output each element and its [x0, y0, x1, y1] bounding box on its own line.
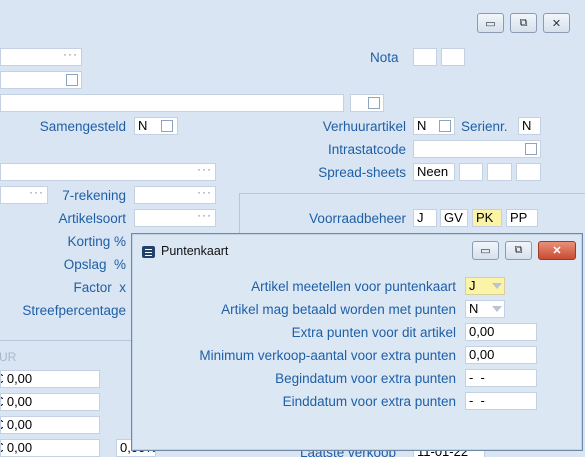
- panel-border: [239, 193, 585, 194]
- amount-field-3[interactable]: € 0,00: [0, 416, 100, 434]
- main-restore-button[interactable]: ⧉: [510, 13, 537, 33]
- puntenkaart-dialog: Puntenkaart ▭ ⧉ ✕ Artikel meetellen voor…: [131, 233, 583, 451]
- spreadsheets-field[interactable]: Neen: [413, 163, 455, 181]
- amount-field-1[interactable]: € 0,00: [0, 370, 100, 388]
- section-divider: [0, 340, 131, 341]
- nota-label: Nota: [370, 50, 399, 65]
- minimize-icon: ▭: [485, 17, 496, 30]
- amount-field-2[interactable]: € 0,00: [0, 393, 100, 411]
- factor-label: Factor x: [73, 280, 126, 295]
- serienr-field[interactable]: N: [518, 117, 541, 135]
- dialog-row-label: Extra punten voor dit artikel: [291, 325, 456, 340]
- dropdown-arrow-icon: [492, 306, 502, 312]
- dialog-close-button[interactable]: ✕: [538, 241, 576, 260]
- intrastatcode-field[interactable]: [413, 140, 541, 158]
- amount-field-4[interactable]: € 0,00: [0, 439, 100, 457]
- spreadsheets-extra-3[interactable]: [516, 163, 541, 181]
- dialog-row-label: Artikel meetellen voor puntenkaart: [251, 279, 456, 294]
- spreadsheets-label: Spread-sheets: [318, 165, 406, 180]
- dialog-title: Puntenkaart: [161, 244, 229, 258]
- extra-punten-input[interactable]: 0,00: [465, 323, 537, 341]
- checkbox[interactable]: [66, 74, 78, 86]
- serienr-label: Serienr.: [461, 119, 508, 134]
- einddatum-input[interactable]: - -: [465, 392, 537, 410]
- minimum-verkoop-input[interactable]: 0,00: [465, 346, 537, 364]
- dialog-row-label: Artikel mag betaald worden met punten: [221, 302, 456, 317]
- main-close-button[interactable]: ✕: [543, 13, 570, 33]
- field-top-2[interactable]: [0, 71, 82, 89]
- dropdown-arrow-icon: [492, 283, 502, 289]
- artikelsoort-label: Artikelsoort: [58, 211, 126, 226]
- dialog-titlebar[interactable]: Puntenkaart ▭ ⧉ ✕: [132, 234, 582, 268]
- nota-field-1[interactable]: [413, 48, 437, 66]
- field-top-1[interactable]: ···: [0, 48, 82, 66]
- opslag-label: Opslag %: [63, 257, 126, 272]
- verhuurartikel-label: Verhuurartikel: [322, 119, 406, 134]
- nota-field-2[interactable]: [441, 48, 465, 66]
- close-icon: ✕: [552, 245, 562, 257]
- dialog-minimize-button[interactable]: ▭: [472, 241, 499, 260]
- korting-label: Korting %: [67, 234, 126, 249]
- dialog-row-label: Begindatum voor extra punten: [275, 371, 456, 386]
- samengesteld-field[interactable]: N: [134, 117, 178, 135]
- description-check-field[interactable]: [350, 94, 384, 112]
- artikelsoort-field[interactable]: ···: [134, 209, 216, 227]
- restore-icon: ⧉: [514, 244, 523, 256]
- voorraad-j[interactable]: J: [413, 209, 437, 227]
- app-menu-icon[interactable]: [142, 246, 155, 258]
- spreadsheets-extra-2[interactable]: [487, 163, 512, 181]
- checkbox[interactable]: [368, 97, 380, 109]
- dialog-row-label: Einddatum voor extra punten: [282, 394, 456, 409]
- streefpercentage-label: Streefpercentage: [22, 303, 126, 318]
- voorraad-gv[interactable]: GV: [440, 209, 468, 227]
- rekening7-label: 7-rekening: [62, 188, 126, 203]
- spreadsheets-extra-1[interactable]: [459, 163, 483, 181]
- currency-label: EUR: [0, 350, 17, 364]
- dialog-row-label: Minimum verkoop-aantal voor extra punten: [199, 348, 456, 363]
- samengesteld-label: Samengesteld: [39, 119, 126, 134]
- betaald-met-punten-select[interactable]: N: [465, 300, 505, 318]
- restore-icon: ⧉: [519, 16, 528, 29]
- minimize-icon: ▭: [480, 245, 491, 257]
- field-left-163[interactable]: ···: [0, 163, 216, 181]
- intrastatcode-checkbox[interactable]: [525, 143, 537, 155]
- voorraad-pk[interactable]: PK: [472, 209, 502, 227]
- verhuurartikel-checkbox[interactable]: [439, 120, 451, 132]
- field-left-186[interactable]: ···: [0, 186, 48, 204]
- begindatum-input[interactable]: - -: [465, 369, 537, 387]
- samengesteld-checkbox[interactable]: [161, 120, 173, 132]
- puntenkaart-meetellen-select[interactable]: J: [465, 277, 505, 295]
- intrastatcode-label: Intrastatcode: [327, 142, 406, 157]
- verhuurartikel-field[interactable]: N: [413, 117, 455, 135]
- dialog-restore-button[interactable]: ⧉: [505, 241, 532, 260]
- rekening7-field[interactable]: ···: [134, 186, 216, 204]
- close-icon: ✕: [551, 17, 562, 30]
- voorraad-pp[interactable]: PP: [506, 209, 538, 227]
- description-field[interactable]: [0, 94, 344, 112]
- main-minimize-button[interactable]: ▭: [477, 13, 504, 33]
- voorraadbeheer-label: Voorraadbeheer: [309, 211, 406, 226]
